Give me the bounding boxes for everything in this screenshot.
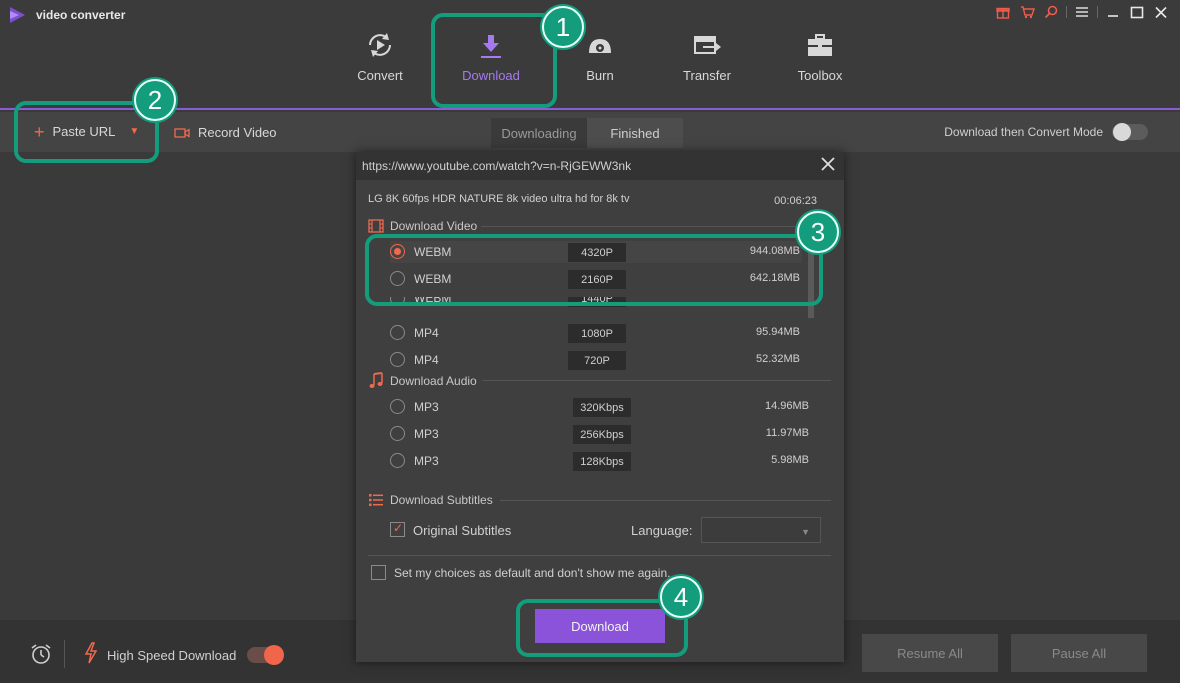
audio-section-label: Download Audio bbox=[390, 373, 477, 388]
callout-number: 3 bbox=[797, 211, 839, 253]
radio-button[interactable] bbox=[390, 453, 405, 468]
divider bbox=[64, 640, 65, 668]
camera-icon bbox=[174, 127, 190, 138]
divider bbox=[500, 500, 831, 501]
callout-box-download-tab bbox=[431, 13, 557, 108]
film-icon bbox=[368, 219, 384, 233]
nav-toolbox[interactable]: Toolbox bbox=[770, 28, 870, 94]
toolbar: + Paste URL ▼ Record Video Downloading F… bbox=[0, 112, 1180, 152]
radio-button[interactable] bbox=[390, 399, 405, 414]
cart-icon[interactable] bbox=[1018, 4, 1036, 20]
video-option-row[interactable]: MP4 1080P 95.94MB bbox=[390, 322, 802, 344]
toolbox-icon bbox=[808, 34, 832, 56]
audio-section-header: Download Audio bbox=[368, 372, 477, 389]
original-subtitles-label: Original Subtitles bbox=[413, 523, 512, 538]
list-icon bbox=[369, 494, 383, 506]
record-video-label: Record Video bbox=[198, 125, 277, 140]
original-subtitles-checkbox[interactable]: ✓ bbox=[390, 521, 405, 537]
default-choices-checkbox[interactable] bbox=[371, 565, 386, 580]
close-window-icon[interactable] bbox=[1152, 4, 1170, 20]
record-video-button[interactable]: Record Video bbox=[174, 125, 277, 140]
audio-option-row[interactable]: MP3 320Kbps 14.96MB bbox=[390, 396, 820, 418]
chevron-down-icon: ▼ bbox=[801, 527, 810, 537]
high-speed-toggle[interactable] bbox=[247, 645, 284, 665]
language-label: Language: bbox=[631, 523, 693, 538]
radio-button[interactable] bbox=[390, 325, 405, 340]
language-select[interactable]: ▼ bbox=[701, 517, 821, 543]
convert-mode-toggle[interactable] bbox=[1112, 123, 1148, 141]
transfer-icon bbox=[694, 36, 721, 54]
callout-number: 2 bbox=[134, 79, 176, 121]
nav-convert[interactable]: Convert bbox=[330, 28, 430, 94]
window-controls bbox=[994, 4, 1170, 20]
checkmark-icon: ✓ bbox=[393, 521, 404, 535]
video-title: LG 8K 60fps HDR NATURE 8k video ultra hd… bbox=[368, 193, 630, 205]
subtitle-section-header: Download Subtitles bbox=[368, 493, 493, 507]
resume-all-button[interactable]: Resume All bbox=[862, 634, 998, 672]
video-section-label: Download Video bbox=[390, 219, 478, 233]
video-duration: 00:06:23 bbox=[774, 195, 817, 207]
convert-icon bbox=[369, 33, 391, 57]
video-option-row[interactable]: MP4 720P 52.32MB bbox=[390, 349, 802, 371]
burn-icon bbox=[589, 39, 611, 53]
radio-button[interactable] bbox=[390, 426, 405, 441]
divider bbox=[481, 226, 831, 227]
radio-button[interactable] bbox=[390, 352, 405, 367]
divider bbox=[483, 380, 831, 381]
app-logo-icon bbox=[10, 7, 25, 23]
search-icon[interactable] bbox=[1042, 4, 1060, 20]
download-tabs: Downloading Finished bbox=[491, 118, 683, 148]
default-choices-label: Set my choices as default and don't show… bbox=[394, 566, 671, 580]
download-options-dialog: https://www.youtube.com/watch?v=n-RjGEWW… bbox=[356, 152, 844, 662]
convert-mode-label: Download then Convert Mode bbox=[944, 125, 1103, 139]
lightning-icon bbox=[84, 642, 98, 664]
audio-option-row[interactable]: MP3 256Kbps 11.97MB bbox=[390, 423, 820, 445]
divider bbox=[1097, 6, 1098, 18]
alarm-clock-icon[interactable] bbox=[30, 643, 52, 665]
gift-icon[interactable] bbox=[994, 4, 1012, 20]
pause-all-button[interactable]: Pause All bbox=[1011, 634, 1147, 672]
callout-number: 4 bbox=[660, 576, 702, 618]
tab-finished[interactable]: Finished bbox=[587, 118, 683, 148]
subtitle-section-label: Download Subtitles bbox=[390, 493, 493, 507]
app-title: video converter bbox=[36, 8, 126, 22]
dialog-header: https://www.youtube.com/watch?v=n-RjGEWW… bbox=[356, 152, 844, 180]
high-speed-download-label: High Speed Download bbox=[107, 648, 237, 663]
divider bbox=[368, 555, 831, 556]
callout-box-video-options bbox=[365, 234, 823, 306]
top-bar: video converter Convert Download Burn Tr… bbox=[0, 0, 1180, 110]
audio-option-row[interactable]: MP3 128Kbps 5.98MB bbox=[390, 450, 820, 472]
video-url: https://www.youtube.com/watch?v=n-RjGEWW… bbox=[362, 159, 632, 173]
close-icon[interactable] bbox=[820, 156, 836, 172]
music-note-icon bbox=[369, 372, 383, 388]
video-section-header: Download Video bbox=[368, 219, 477, 233]
maximize-icon[interactable] bbox=[1128, 4, 1146, 20]
nav-transfer[interactable]: Transfer bbox=[657, 28, 757, 94]
tab-downloading[interactable]: Downloading bbox=[491, 118, 587, 148]
divider bbox=[1066, 6, 1067, 18]
menu-icon[interactable] bbox=[1073, 4, 1091, 20]
callout-number: 1 bbox=[542, 6, 584, 48]
minimize-icon[interactable] bbox=[1104, 4, 1122, 20]
